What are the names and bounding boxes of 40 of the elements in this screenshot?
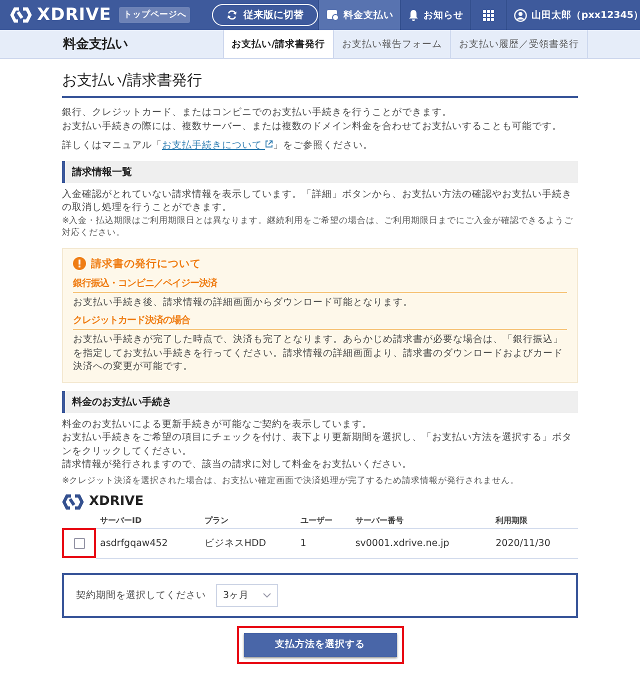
intro-text: 銀行、クレジットカード、またはコンビニでのお支払い手続きを行うことができます。 bbox=[62, 106, 453, 120]
table-cell: asdrfgqaw452 bbox=[96, 528, 200, 558]
intro-text: お支払い手続きの際には、複数サーバー、または複数のドメイン料金を合わせてお支払いすることも可能です。 bbox=[62, 120, 563, 133]
table-cell: ビジネスHDD bbox=[200, 528, 296, 558]
manual-reference-text: 詳しくはマニュアル「お支払手続きについて 」をご参照ください。 bbox=[62, 139, 374, 152]
instruction-text: 料金のお支払いによる更新手続きが可能なご契約を表示しています。 bbox=[62, 418, 373, 431]
brand-logo[interactable]: XDRIVE bbox=[37, 5, 112, 25]
table-cell: 1 bbox=[296, 528, 352, 558]
tab[interactable]: お支払い履歴／受領書発行 bbox=[450, 30, 588, 58]
top-page-link[interactable]: トップページへ bbox=[119, 7, 190, 23]
notice-subheading: クレジットカード決済の場合 bbox=[73, 312, 567, 330]
page-title: お支払い/請求書発行 bbox=[62, 71, 578, 98]
description-text: 入金確認がとれていない請求情報を表示しています。「詳細」ボタンから、お支払い方法の確認やお支払い手続きの取消し処理を行うことができます。 bbox=[62, 188, 573, 214]
tab[interactable]: お支払い/請求書発行 bbox=[222, 30, 333, 58]
notice-text: お支払い手続き後、請求情報の詳細画面からダウンロード可能となります。 bbox=[73, 296, 414, 309]
section-title: 料金支払い bbox=[63, 36, 129, 53]
period-select[interactable]: 3ヶ月 bbox=[216, 584, 278, 606]
column-header: ユーザー bbox=[296, 512, 352, 528]
column-header: サーバー番号 bbox=[351, 512, 492, 528]
table-cell: 2020/11/30 bbox=[492, 528, 578, 558]
notice-title: 請求書の発行について bbox=[91, 256, 201, 270]
nav-item[interactable]: 料金支払い bbox=[318, 0, 400, 30]
period-label: 契約期間を選択してください bbox=[76, 588, 206, 602]
section-heading: 請求情報一覧 bbox=[62, 160, 578, 182]
manual-link[interactable]: お支払手続きについて bbox=[162, 140, 274, 151]
user-menu-button[interactable]: 山田太郎（pxx12345） bbox=[506, 0, 640, 30]
column-header: プラン bbox=[200, 512, 296, 528]
note-text: ※クレジット決済を選択された場合は、お支払い確定画面で決済処理が完了するため請求情報が発行されません。 bbox=[62, 474, 520, 486]
notice-text: お支払い手続きが完了した時点で、決済も完了となります。あらかじめ請求書が必要な場合は、「銀行振込」を指定してお支払い手続きを行ってください。請求情報の詳細画面より、請求書のダウンロードおよびカード決済への変更が可能です。 bbox=[73, 333, 564, 374]
column-header: サーバーID bbox=[96, 512, 200, 528]
column-header: 利用期限 bbox=[492, 512, 578, 528]
instruction-text: 請求情報が発行されますので、該当の請求に対して料金をお支払いください。 bbox=[62, 458, 413, 472]
notice-subheading: 銀行振込・コンビニ／ペイジー決済 bbox=[73, 274, 567, 292]
note-text: ※入金・払込期限はご利用期限日とは異なります。継続利用をご希望の場合は、ご利用期限日までにご入金が確認できるようご対応ください。 bbox=[62, 214, 574, 238]
switch-version-button[interactable]: 従来版に切替 bbox=[212, 4, 318, 26]
product-logo: XDRIVE bbox=[89, 494, 144, 509]
table-cell: sv0001.xdrive.ne.jp bbox=[351, 528, 492, 558]
select-payment-button[interactable]: 支払方法を選択する bbox=[244, 632, 396, 656]
section-heading: 料金のお支払い手続き bbox=[62, 390, 578, 412]
instruction-text: お支払い手続きをご希望の項目にチェックを付け、表下より更新期間を選択し、「お支払い方法を選択する」ボタンをクリックしてください。 bbox=[62, 431, 573, 458]
